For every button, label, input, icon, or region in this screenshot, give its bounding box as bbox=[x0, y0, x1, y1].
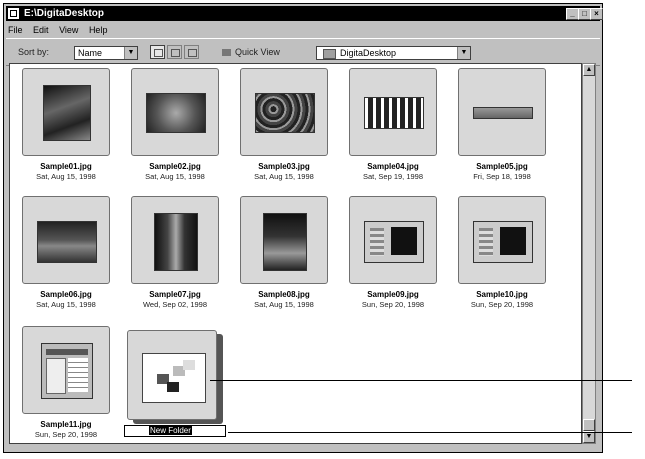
rename-selected-text[interactable]: New Folder bbox=[149, 426, 192, 435]
thumbnail-frame bbox=[349, 68, 437, 156]
thumbnail-image bbox=[43, 85, 91, 141]
file-date: Sat, Aug 15, 1998 bbox=[145, 172, 205, 181]
file-date: Sun, Sep 20, 1998 bbox=[361, 300, 425, 309]
file-name: Sample10.jpg bbox=[476, 290, 528, 299]
file-item[interactable]: Sample02.jpg Sat, Aug 15, 1998 bbox=[123, 68, 227, 194]
quick-view-button[interactable]: Quick View bbox=[222, 47, 280, 57]
menu-view[interactable]: View bbox=[59, 25, 78, 35]
file-name: Sample08.jpg bbox=[258, 290, 310, 299]
thumbnail-frame bbox=[349, 196, 437, 284]
sort-select[interactable]: Name ▼ bbox=[74, 46, 138, 60]
menu-help[interactable]: Help bbox=[89, 25, 108, 35]
new-folder-item[interactable] bbox=[127, 330, 217, 420]
file-name: Sample04.jpg bbox=[367, 162, 419, 171]
quick-view-icon bbox=[222, 49, 231, 57]
file-name: Sample03.jpg bbox=[258, 162, 310, 171]
file-date: Fri, Sep 18, 1998 bbox=[473, 172, 531, 181]
title-bar: E:\DigitaDesktop _ □ × bbox=[6, 6, 603, 21]
file-date: Sat, Aug 15, 1998 bbox=[36, 300, 96, 309]
rename-field[interactable]: New Folder bbox=[124, 425, 226, 437]
file-date: Sat, Aug 15, 1998 bbox=[36, 172, 96, 181]
thumbnail-frame bbox=[131, 68, 219, 156]
app-icon[interactable] bbox=[8, 8, 19, 19]
thumbnail-image bbox=[473, 107, 533, 119]
sort-label: Sort by: bbox=[18, 47, 50, 57]
file-name: Sample09.jpg bbox=[367, 290, 419, 299]
thumbnail-image bbox=[255, 93, 315, 133]
small-icons-view-button[interactable] bbox=[167, 45, 182, 59]
file-date: Sun, Sep 20, 1998 bbox=[34, 430, 98, 439]
thumbnail-frame bbox=[22, 196, 110, 284]
folder-icon bbox=[323, 48, 336, 59]
thumbnail-image bbox=[37, 221, 97, 263]
thumbnail-image bbox=[364, 221, 424, 263]
file-grid: Sample01.jpg Sat, Aug 15, 1998 Sample02.… bbox=[9, 63, 582, 444]
thumbnail-frame bbox=[458, 68, 546, 156]
sort-value: Name bbox=[78, 48, 103, 58]
large-icons-icon bbox=[154, 49, 163, 57]
file-name: Sample11.jpg bbox=[40, 420, 92, 429]
thumbnail-image bbox=[263, 213, 307, 271]
thumbnail-frame bbox=[458, 196, 546, 284]
file-item[interactable]: Sample05.jpg Fri, Sep 18, 1998 bbox=[450, 68, 554, 194]
file-item[interactable]: Sample10.jpg Sun, Sep 20, 1998 bbox=[450, 196, 554, 322]
folder-select[interactable]: DigitaDesktop ▼ bbox=[316, 46, 471, 60]
file-name: Sample06.jpg bbox=[40, 290, 92, 299]
thumbnail-frame bbox=[240, 196, 328, 284]
scroll-thumb[interactable] bbox=[583, 419, 595, 431]
thumbnail-frame bbox=[240, 68, 328, 156]
window-title: E:\DigitaDesktop bbox=[24, 8, 105, 19]
menu-bar: File Edit View Help bbox=[8, 23, 115, 37]
small-icons-icon bbox=[171, 49, 180, 57]
chevron-down-icon[interactable]: ▼ bbox=[124, 47, 137, 59]
thumbnail-frame bbox=[131, 196, 219, 284]
file-name: Sample01.jpg bbox=[40, 162, 92, 171]
file-item[interactable]: Sample01.jpg Sat, Aug 15, 1998 bbox=[14, 68, 118, 194]
thumbnail-image bbox=[41, 343, 93, 399]
thumbnail-image bbox=[154, 213, 198, 271]
thumbnail-image bbox=[364, 97, 424, 129]
thumbnail-image bbox=[146, 93, 206, 133]
chevron-down-icon[interactable]: ▼ bbox=[457, 47, 470, 59]
menu-edit[interactable]: Edit bbox=[33, 25, 49, 35]
details-icon bbox=[188, 49, 197, 57]
file-date: Sat, Aug 15, 1998 bbox=[254, 300, 314, 309]
file-item[interactable]: Sample07.jpg Wed, Sep 02, 1998 bbox=[123, 196, 227, 322]
quick-view-label: Quick View bbox=[235, 47, 280, 57]
large-icons-view-button[interactable] bbox=[150, 45, 165, 59]
thumbnail-frame bbox=[22, 68, 110, 156]
file-date: Sat, Sep 19, 1998 bbox=[362, 172, 424, 181]
file-name: Sample05.jpg bbox=[476, 162, 528, 171]
close-button[interactable]: × bbox=[590, 8, 603, 20]
thumbnail-frame bbox=[22, 326, 110, 414]
new-folder-icon bbox=[142, 353, 206, 403]
vertical-scrollbar[interactable]: ▲ ▼ bbox=[582, 63, 596, 444]
file-item[interactable]: Sample09.jpg Sun, Sep 20, 1998 bbox=[341, 196, 445, 322]
file-item[interactable]: Sample03.jpg Sat, Aug 15, 1998 bbox=[232, 68, 336, 194]
scroll-up-button[interactable]: ▲ bbox=[583, 64, 595, 76]
callout-line-rename bbox=[228, 432, 632, 433]
callout-line-folder bbox=[210, 380, 632, 381]
file-date: Sun, Sep 20, 1998 bbox=[470, 300, 534, 309]
file-item[interactable]: Sample11.jpg Sun, Sep 20, 1998 bbox=[14, 326, 118, 452]
folder-name: DigitaDesktop bbox=[340, 48, 397, 58]
toolbar: Sort by: Name ▼ Quick View DigitaDesktop… bbox=[6, 38, 600, 66]
file-item[interactable]: Sample04.jpg Sat, Sep 19, 1998 bbox=[341, 68, 445, 194]
file-item[interactable]: Sample06.jpg Sat, Aug 15, 1998 bbox=[14, 196, 118, 322]
details-view-button[interactable] bbox=[184, 45, 199, 59]
file-name: Sample02.jpg bbox=[149, 162, 201, 171]
file-date: Wed, Sep 02, 1998 bbox=[142, 300, 208, 309]
file-item[interactable]: Sample08.jpg Sat, Aug 15, 1998 bbox=[232, 196, 336, 322]
thumbnail-image bbox=[473, 221, 533, 263]
menu-file[interactable]: File bbox=[8, 25, 23, 35]
file-date: Sat, Aug 15, 1998 bbox=[254, 172, 314, 181]
file-name: Sample07.jpg bbox=[149, 290, 201, 299]
